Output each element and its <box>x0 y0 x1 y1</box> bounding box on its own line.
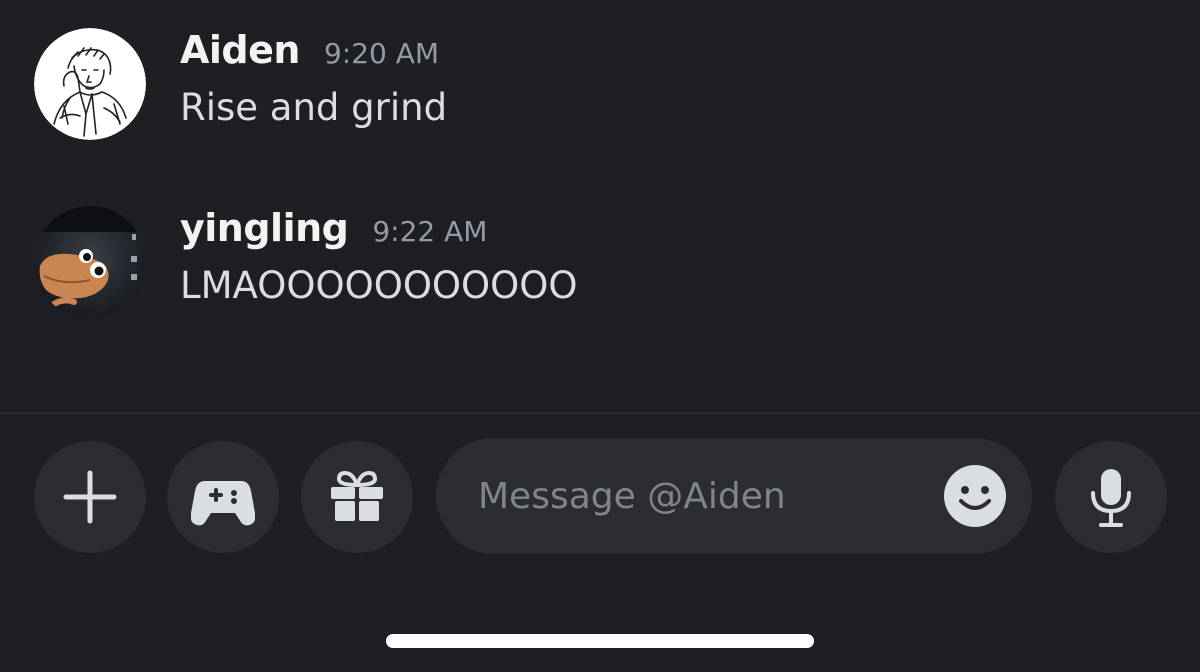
avatar[interactable] <box>34 206 146 318</box>
message-header: yingling 9:22 AM <box>180 206 578 256</box>
attach-button[interactable] <box>34 441 146 553</box>
voice-message-button[interactable] <box>1055 441 1167 553</box>
emoji-button[interactable] <box>944 465 1006 527</box>
gamepad-icon <box>191 481 255 526</box>
microphone-icon <box>1091 469 1131 527</box>
composer-divider <box>0 412 1200 414</box>
message-body: yingling 9:22 AM LMAOOOOOOOOOOO <box>180 206 578 307</box>
activities-button[interactable] <box>167 441 279 553</box>
cartoon-creature-avatar-icon <box>34 206 146 318</box>
message-text: Rise and grind <box>180 86 448 129</box>
avatar[interactable] <box>34 28 146 140</box>
smile-icon <box>944 465 1006 527</box>
username[interactable]: Aiden <box>180 28 300 72</box>
timestamp: 9:22 AM <box>372 215 488 248</box>
message-text: LMAOOOOOOOOOOO <box>180 264 578 307</box>
message-item: Aiden 9:20 AM Rise and grind <box>34 28 447 140</box>
home-indicator[interactable] <box>386 634 814 648</box>
message-body: Aiden 9:20 AM Rise and grind <box>180 28 447 129</box>
message-input[interactable] <box>476 474 910 518</box>
timestamp: 9:20 AM <box>323 37 440 70</box>
username[interactable]: yingling <box>180 206 349 250</box>
sketch-portrait-avatar-icon <box>34 28 146 140</box>
message-item: yingling 9:22 AM LMAOOOOOOOOOOO <box>34 206 578 318</box>
plus-icon <box>63 470 117 524</box>
gift-button[interactable] <box>301 441 413 553</box>
message-header: Aiden 9:20 AM <box>180 28 447 78</box>
message-composer <box>436 438 1032 554</box>
gift-icon <box>331 470 383 521</box>
dm-chat-screen: Aiden 9:20 AM Rise and grind yingling 9:… <box>0 0 1200 672</box>
